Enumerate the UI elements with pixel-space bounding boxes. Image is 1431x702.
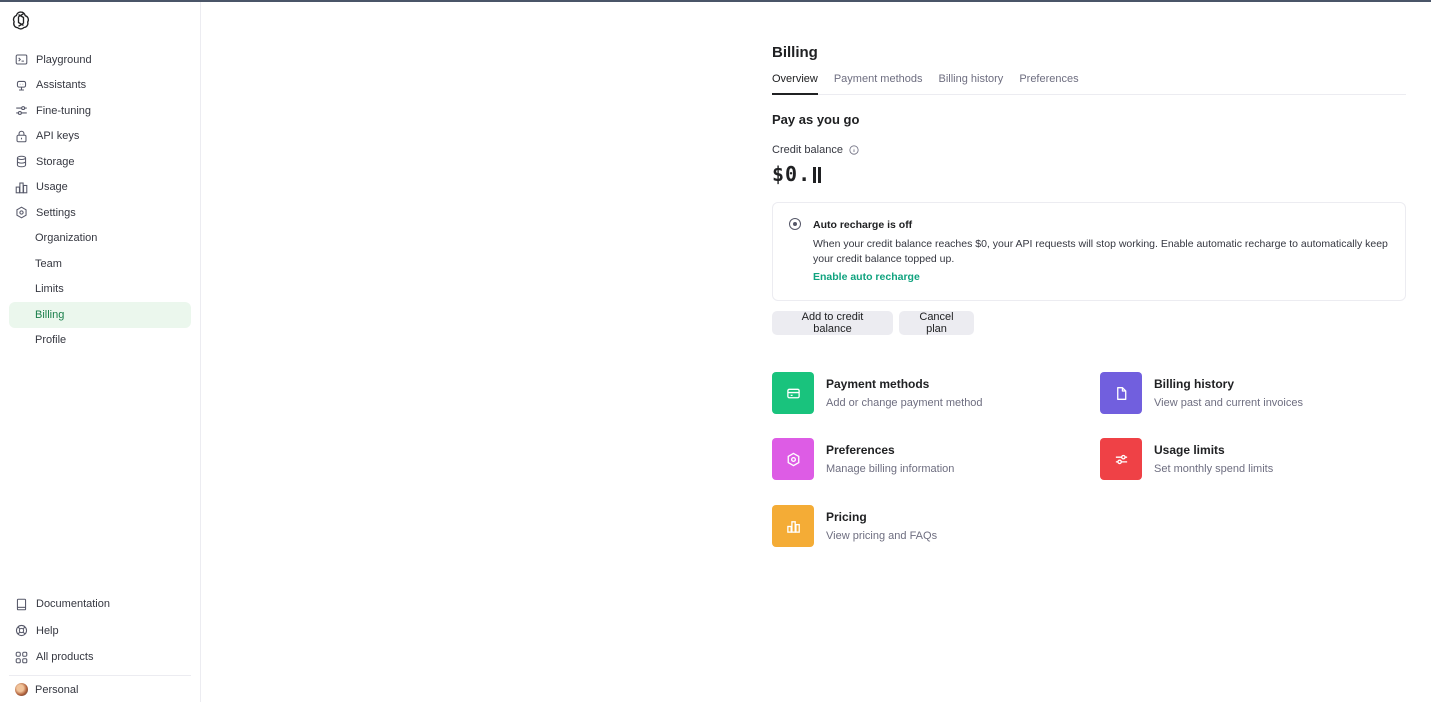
book-icon <box>15 598 28 611</box>
gear-icon <box>15 206 28 219</box>
sidebar-nav: Playground Assistants Fine-tuning API ke… <box>9 47 191 353</box>
sidebar-item-profile[interactable]: Profile <box>9 328 191 354</box>
database-icon <box>15 155 28 168</box>
sidebar-item-label: Usage <box>36 181 68 194</box>
sidebar-item-label: Documentation <box>36 598 110 611</box>
card-preferences[interactable]: Preferences Manage billing information <box>772 438 954 480</box>
document-icon <box>1100 372 1142 414</box>
card-description: Set monthly spend limits <box>1154 463 1274 475</box>
tab-overview[interactable]: Overview <box>772 72 818 95</box>
sidebar-item-settings[interactable]: Settings <box>9 200 191 226</box>
sliders-icon <box>1100 438 1142 480</box>
sidebar-bottom-nav: Documentation Help All products <box>9 591 191 671</box>
account-label: Personal <box>35 683 79 696</box>
card-description: Add or change payment method <box>826 397 983 409</box>
credit-balance-amount: $0. <box>772 162 812 186</box>
sidebar-item-storage[interactable]: Storage <box>9 149 191 175</box>
sidebar-item-label: Organization <box>35 232 98 245</box>
card-title: Usage limits <box>1154 443 1225 457</box>
gear-icon <box>772 438 814 480</box>
sidebar-item-label: Help <box>36 624 59 637</box>
sidebar-item-organization[interactable]: Organization <box>9 226 191 252</box>
sidebar-item-label: Team <box>35 257 62 270</box>
sidebar-item-limits[interactable]: Limits <box>9 277 191 303</box>
enable-auto-recharge-link[interactable]: Enable auto recharge <box>813 271 920 283</box>
sidebar-item-label: Playground <box>36 53 92 66</box>
sidebar-item-label: Profile <box>35 334 67 347</box>
bar-chart-icon <box>15 181 28 194</box>
auto-recharge-description: When your credit balance reaches $0, you… <box>813 238 1388 265</box>
openai-logo-icon[interactable] <box>11 10 31 30</box>
card-description: Manage billing information <box>826 463 955 475</box>
credit-balance-label-text: Credit balance <box>772 144 843 156</box>
card-title: Payment methods <box>826 377 930 391</box>
add-credit-button[interactable]: Add to credit balance <box>772 311 893 335</box>
terminal-icon <box>15 53 28 66</box>
card-pricing[interactable]: Pricing View pricing and FAQs <box>772 505 937 547</box>
sidebar-divider <box>9 675 191 676</box>
grid-icon <box>15 651 28 664</box>
page-title: Billing <box>772 44 818 61</box>
redacted-digits <box>813 167 822 183</box>
sidebar-item-usage[interactable]: Usage <box>9 175 191 201</box>
card-title: Preferences <box>826 443 895 457</box>
auto-recharge-title: Auto recharge is off <box>813 219 913 231</box>
bar-chart-icon <box>772 505 814 547</box>
section-title: Pay as you go <box>772 112 860 127</box>
card-description: View pricing and FAQs <box>826 530 938 542</box>
account-switcher[interactable]: Personal <box>15 683 78 696</box>
sidebar-item-all-products[interactable]: All products <box>9 644 191 671</box>
robot-icon <box>15 79 28 92</box>
credit-card-icon <box>772 372 814 414</box>
auto-recharge-panel: Auto recharge is off When your credit ba… <box>772 202 1406 301</box>
credit-balance-value: $0. <box>772 162 822 186</box>
sidebar-item-help[interactable]: Help <box>9 618 191 645</box>
sidebar-item-fine-tuning[interactable]: Fine-tuning <box>9 98 191 124</box>
sidebar-item-team[interactable]: Team <box>9 251 191 277</box>
sidebar-item-documentation[interactable]: Documentation <box>9 591 191 618</box>
info-icon[interactable] <box>849 145 859 155</box>
sidebar-item-label: Storage <box>36 155 75 168</box>
sidebar-item-label: Limits <box>35 283 64 296</box>
avatar <box>15 683 28 696</box>
card-billing-history[interactable]: Billing history View past and current in… <box>1100 372 1303 414</box>
credit-balance-label: Credit balance <box>772 144 859 156</box>
sidebar-item-playground[interactable]: Playground <box>9 47 191 73</box>
sidebar: Playground Assistants Fine-tuning API ke… <box>0 2 201 702</box>
sidebar-item-billing[interactable]: Billing <box>9 302 191 328</box>
tab-billing-history[interactable]: Billing history <box>939 72 1004 95</box>
card-payment-methods[interactable]: Payment methods Add or change payment me… <box>772 372 983 414</box>
tab-payment-methods[interactable]: Payment methods <box>834 72 923 95</box>
sidebar-item-api-keys[interactable]: API keys <box>9 124 191 150</box>
sidebar-item-label: Assistants <box>36 79 87 92</box>
tab-preferences[interactable]: Preferences <box>1019 72 1078 95</box>
billing-tabs: Overview Payment methods Billing history… <box>772 72 1406 95</box>
sidebar-item-label: All products <box>36 651 94 664</box>
sidebar-item-label: Billing <box>35 308 65 321</box>
lifebuoy-icon <box>15 624 28 637</box>
card-title: Billing history <box>1154 377 1235 391</box>
sidebar-item-label: API keys <box>36 130 80 143</box>
sidebar-item-assistants[interactable]: Assistants <box>9 73 191 99</box>
card-description: View past and current invoices <box>1154 397 1303 409</box>
sliders-icon <box>15 104 28 117</box>
card-title: Pricing <box>826 510 867 524</box>
cancel-plan-button[interactable]: Cancel plan <box>899 311 974 335</box>
status-radio-icon <box>789 218 801 230</box>
sidebar-item-label: Settings <box>36 206 76 219</box>
card-usage-limits[interactable]: Usage limits Set monthly spend limits <box>1100 438 1273 480</box>
lock-icon <box>15 130 28 143</box>
sidebar-item-label: Fine-tuning <box>36 104 92 117</box>
